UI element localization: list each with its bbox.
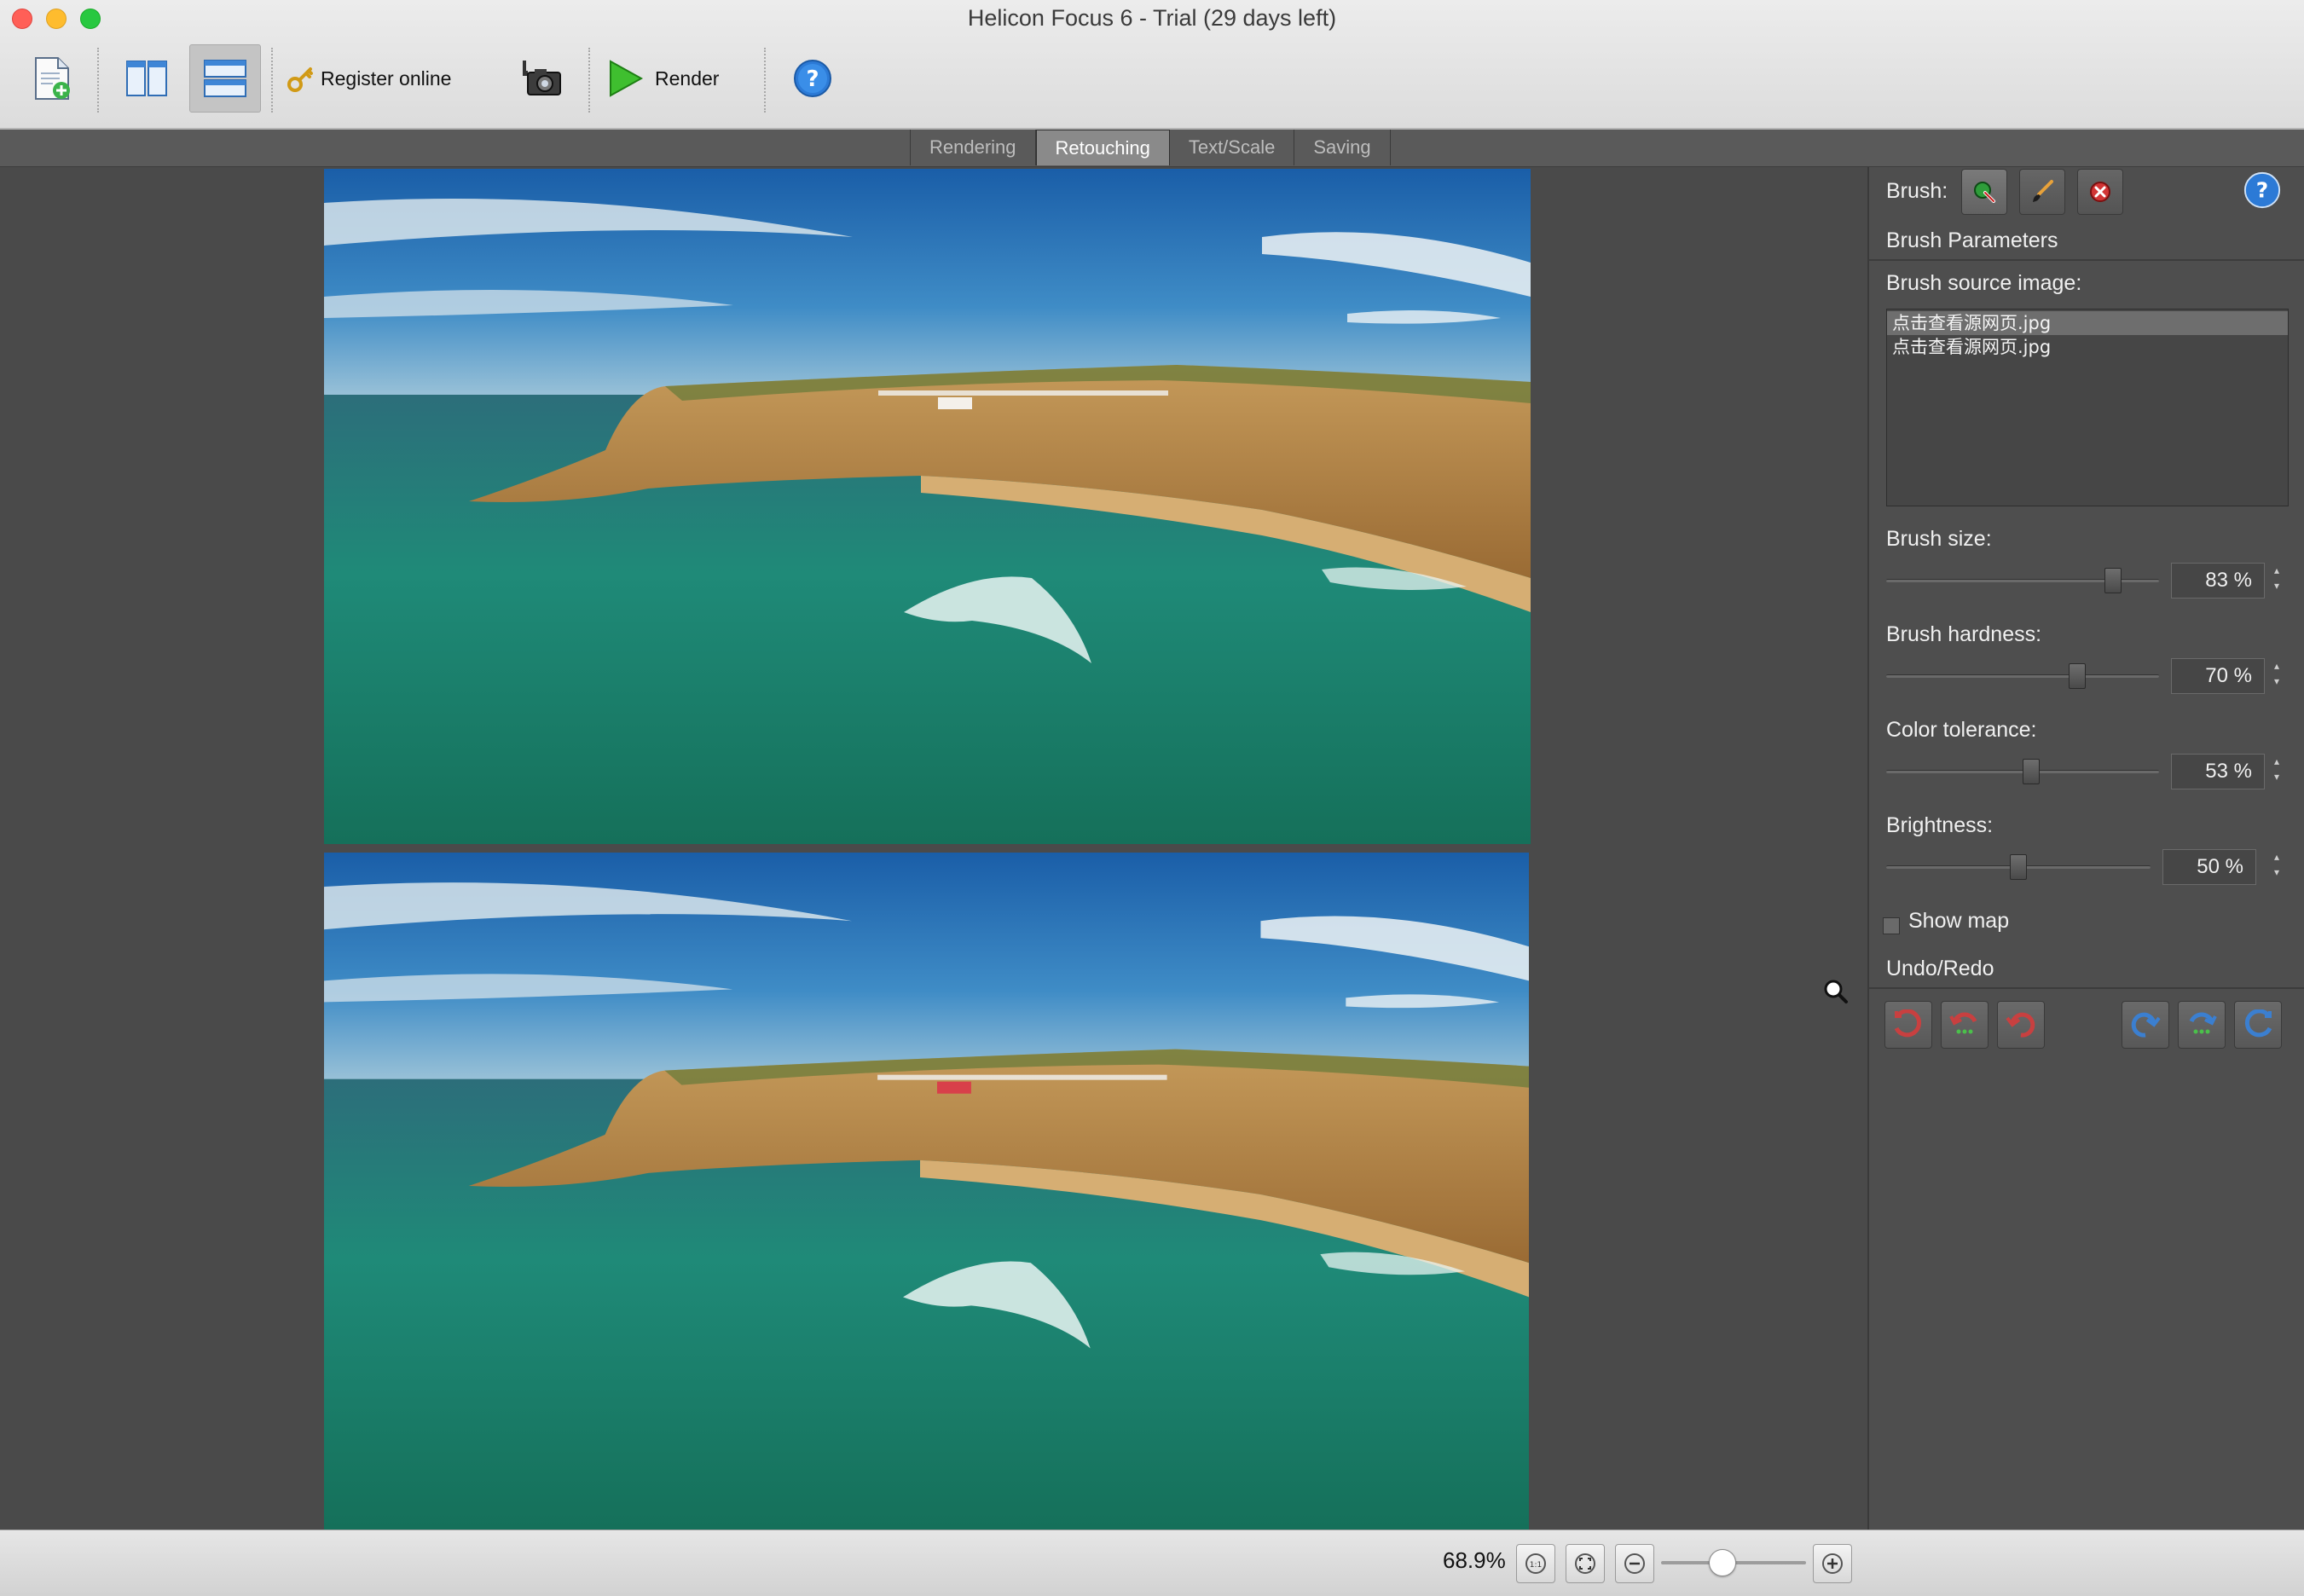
paint-brush-button[interactable] (2019, 169, 2065, 215)
source-brush-button[interactable] (1961, 169, 2007, 215)
svg-text:1:1: 1:1 (1530, 1561, 1542, 1570)
output-image[interactable] (324, 169, 1531, 844)
magnifier-icon (1824, 980, 1848, 1003)
redo-arrow-icon (2131, 1012, 2161, 1038)
register-online-button[interactable]: Register online (287, 44, 466, 113)
render-label: Render (655, 66, 720, 90)
coastline-photo-source (324, 853, 1529, 1530)
color-tolerance-field[interactable]: 53 % (2171, 754, 2265, 789)
slider-thumb[interactable] (2010, 854, 2027, 880)
eraser-brush-button[interactable] (2077, 169, 2123, 215)
source-image[interactable] (324, 853, 1529, 1530)
help-icon: ? (2243, 171, 2281, 209)
zoom-out-icon (1624, 1553, 1645, 1574)
register-online-label: Register online (321, 66, 452, 90)
zoom-level: 68.9% (1443, 1547, 1506, 1573)
color-tolerance-slider[interactable] (1886, 759, 2159, 784)
play-icon (610, 60, 644, 97)
brightness-slider[interactable] (1886, 854, 2151, 880)
zoom-in-icon (1822, 1553, 1843, 1574)
eraser-icon (2090, 182, 2110, 202)
tab-bar: Rendering Retouching Text/Scale Saving (0, 130, 2304, 167)
camera-icon (523, 61, 561, 95)
panel-help-button[interactable]: ? (2243, 171, 2282, 214)
brush-source-label: Brush source image: (1886, 271, 2082, 295)
color-tolerance-stepper[interactable]: ▴ ▾ (2268, 754, 2285, 789)
split-horizontal-icon (204, 60, 246, 97)
zoom-slider-thumb[interactable] (1709, 1549, 1736, 1576)
tab-retouching[interactable]: Retouching (1035, 130, 1170, 165)
brush-hardness-label: Brush hardness: (1886, 622, 2042, 646)
brush-size-label: Brush size: (1886, 527, 1992, 551)
undo-icon (1949, 1012, 1977, 1034)
undo-all-button[interactable] (1884, 1001, 1932, 1049)
color-tolerance-label: Color tolerance: (1886, 718, 2037, 742)
brush-size-field[interactable]: 83 % (2171, 563, 2265, 598)
paintbrush-icon (2033, 180, 2053, 202)
actual-size-icon: 1:1 (1525, 1553, 1546, 1574)
redo-all-icon (2244, 1009, 2272, 1038)
undo-arrow-icon (2006, 1012, 2035, 1038)
clone-brush-icon (1974, 182, 1995, 203)
window-title: Helicon Focus 6 - Trial (29 days left) (967, 5, 1337, 31)
status-bar: 68.9% 1:1 (0, 1530, 2304, 1596)
brush-parameters-heading: Brush Parameters (1886, 228, 2058, 252)
fit-to-window-button[interactable] (1566, 1544, 1605, 1583)
help-button[interactable]: ? (788, 44, 837, 113)
brush-hardness-stepper[interactable]: ▴ ▾ (2268, 658, 2285, 694)
redo-step-button[interactable] (2178, 1001, 2226, 1049)
new-document-icon (35, 57, 70, 100)
redo-icon (2189, 1012, 2217, 1034)
svg-text:?: ? (806, 66, 819, 92)
brightness-field[interactable]: 50 % (2162, 849, 2256, 885)
key-icon (287, 67, 313, 92)
side-by-side-view-button[interactable] (116, 44, 177, 113)
show-map-checkbox[interactable] (1883, 917, 1900, 934)
tab-rendering[interactable]: Rendering (910, 130, 1036, 165)
slider-thumb[interactable] (2069, 663, 2086, 689)
zoom-in-button[interactable] (1813, 1544, 1852, 1583)
list-item[interactable]: 点击查看源网页.jpg (1887, 335, 2288, 359)
redo-all-button[interactable] (2234, 1001, 2282, 1049)
brush-label: Brush: (1886, 179, 1948, 203)
brightness-label: Brightness: (1886, 813, 1994, 837)
fit-screen-icon (1575, 1553, 1595, 1574)
add-files-button[interactable] (22, 44, 82, 113)
brightness-stepper[interactable]: ▴ ▾ (2268, 849, 2285, 885)
redo-button[interactable] (2122, 1001, 2169, 1049)
image-canvas[interactable] (0, 167, 1867, 1530)
title-bar: Helicon Focus 6 - Trial (29 days left) R… (0, 0, 2304, 130)
tab-saving[interactable]: Saving (1294, 130, 1391, 165)
render-button[interactable]: Render (607, 44, 735, 113)
camera-remote-button[interactable] (515, 44, 568, 113)
slider-thumb[interactable] (2023, 759, 2040, 784)
brush-hardness-field[interactable]: 70 % (2171, 658, 2265, 694)
show-map-label: Show map (1908, 909, 2010, 933)
undo-button[interactable] (1997, 1001, 2045, 1049)
undo-step-button[interactable] (1941, 1001, 1989, 1049)
zoom-out-button[interactable] (1615, 1544, 1654, 1583)
coastline-photo (324, 169, 1531, 844)
actual-size-button[interactable]: 1:1 (1516, 1544, 1555, 1583)
retouching-panel: Brush: ? Brush Parameters Brush source i… (1867, 167, 2304, 1530)
stacked-view-button[interactable] (189, 44, 261, 113)
brush-source-list[interactable]: 点击查看源网页.jpg 点击查看源网页.jpg (1886, 309, 2289, 506)
brush-size-slider[interactable] (1886, 568, 2159, 593)
brush-size-stepper[interactable]: ▴ ▾ (2268, 563, 2285, 598)
svg-text:?: ? (2256, 178, 2268, 203)
split-vertical-icon (126, 61, 167, 96)
slider-thumb[interactable] (2104, 568, 2122, 593)
undo-all-icon (1894, 1009, 1922, 1038)
brush-hardness-slider[interactable] (1886, 663, 2159, 689)
undo-redo-heading: Undo/Redo (1886, 957, 1994, 980)
help-icon: ? (794, 60, 831, 97)
tab-text-scale[interactable]: Text/Scale (1170, 130, 1295, 165)
list-item[interactable]: 点击查看源网页.jpg (1887, 311, 2288, 335)
